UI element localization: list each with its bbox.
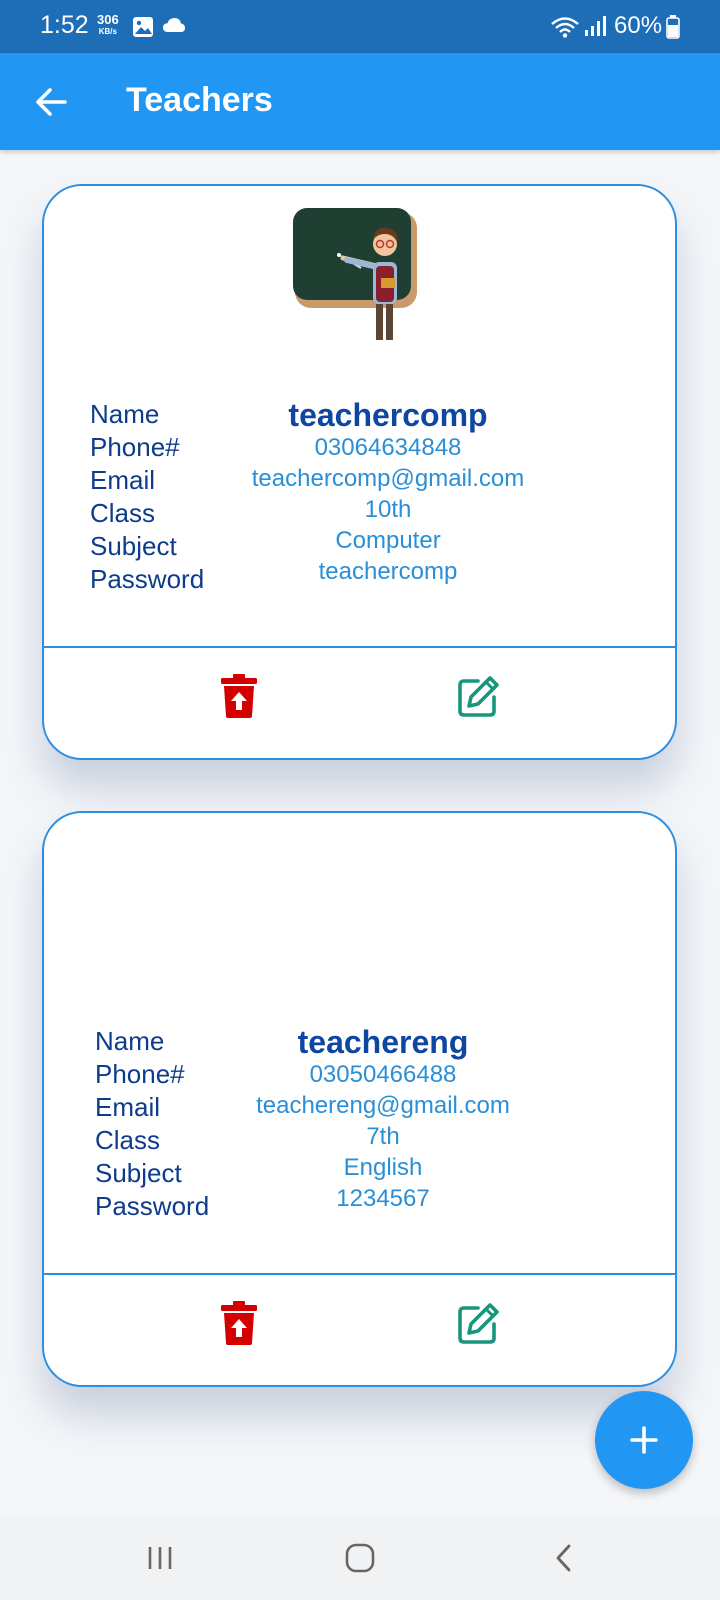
app-bar: Teachers [0, 53, 720, 150]
field-values: teachereng 03050466488 teachereng@gmail.… [218, 1025, 548, 1214]
card-divider [44, 1273, 675, 1275]
teacher-name: teachercomp [288, 397, 488, 433]
status-bar: 1:52 306 KB/s 60% [0, 0, 720, 53]
teacher-password: 1234567 [336, 1185, 430, 1212]
chevron-left-icon [556, 1544, 571, 1572]
label-password: Password [95, 1191, 210, 1221]
back-button[interactable] [28, 79, 74, 125]
edit-icon [458, 1303, 499, 1344]
teacher-subject: Computer [335, 527, 441, 554]
delete-button[interactable] [214, 671, 264, 721]
teacher-email: teachereng@gmail.com [256, 1092, 510, 1119]
wifi-icon [550, 15, 580, 44]
teacher-name: teachereng [297, 1024, 469, 1060]
label-phone: Phone# [95, 1059, 185, 1089]
teacher-password: teachercomp [318, 558, 458, 585]
system-nav-bar [0, 1516, 720, 1600]
network-speed-value: 306 [97, 12, 119, 27]
field-values: teachercomp 03064634848 teachercomp@gmai… [223, 398, 553, 587]
status-time: 1:52 [40, 11, 89, 39]
trash-icon [221, 1301, 257, 1345]
system-back-button[interactable] [534, 1536, 594, 1580]
label-class: Class [90, 498, 156, 528]
plus-icon [630, 1426, 658, 1454]
field-labels: Name Phone# Email Class Subject Password [90, 398, 204, 596]
gallery-icon [132, 16, 154, 43]
teacher-class: 10th [364, 496, 412, 523]
trash-icon [221, 674, 257, 718]
label-subject: Subject [90, 531, 177, 561]
label-subject: Subject [95, 1158, 182, 1188]
label-password: Password [90, 564, 205, 594]
delete-button[interactable] [214, 1298, 264, 1348]
teacher-card: Name Phone# Email Class Subject Password… [42, 184, 677, 760]
page-title: Teachers [126, 81, 273, 119]
home-icon [345, 1543, 375, 1573]
recent-apps-button[interactable] [130, 1536, 190, 1580]
add-teacher-button[interactable] [595, 1391, 693, 1489]
edit-button[interactable] [452, 671, 504, 723]
teacher-class: 7th [366, 1123, 400, 1150]
signal-icon [584, 15, 606, 42]
card-divider [44, 646, 675, 648]
teacher-email: teachercomp@gmail.com [251, 465, 525, 492]
network-speed: 306 KB/s [97, 12, 119, 37]
battery-icon [666, 15, 680, 44]
label-name: Name [95, 1026, 165, 1056]
edit-button[interactable] [452, 1298, 504, 1350]
label-email: Email [90, 465, 156, 495]
arrow-left-icon [36, 88, 67, 116]
field-labels: Name Phone# Email Class Subject Password [95, 1025, 209, 1223]
home-button[interactable] [330, 1536, 390, 1580]
teacher-phone: 03050466488 [309, 1061, 457, 1088]
label-class: Class [95, 1125, 161, 1155]
teacher-subject: English [343, 1154, 423, 1181]
recent-apps-icon [148, 1547, 172, 1569]
teacher-card: Name Phone# Email Class Subject Password… [42, 811, 677, 1387]
edit-icon [458, 676, 499, 717]
label-name: Name [90, 399, 160, 429]
battery-percentage: 60% [614, 12, 663, 39]
label-phone: Phone# [90, 432, 180, 462]
network-speed-unit: KB/s [98, 27, 117, 36]
teacher-photo [289, 206, 421, 346]
teacher-phone: 03064634848 [314, 434, 462, 461]
label-email: Email [95, 1092, 161, 1122]
cloud-icon [162, 15, 186, 40]
